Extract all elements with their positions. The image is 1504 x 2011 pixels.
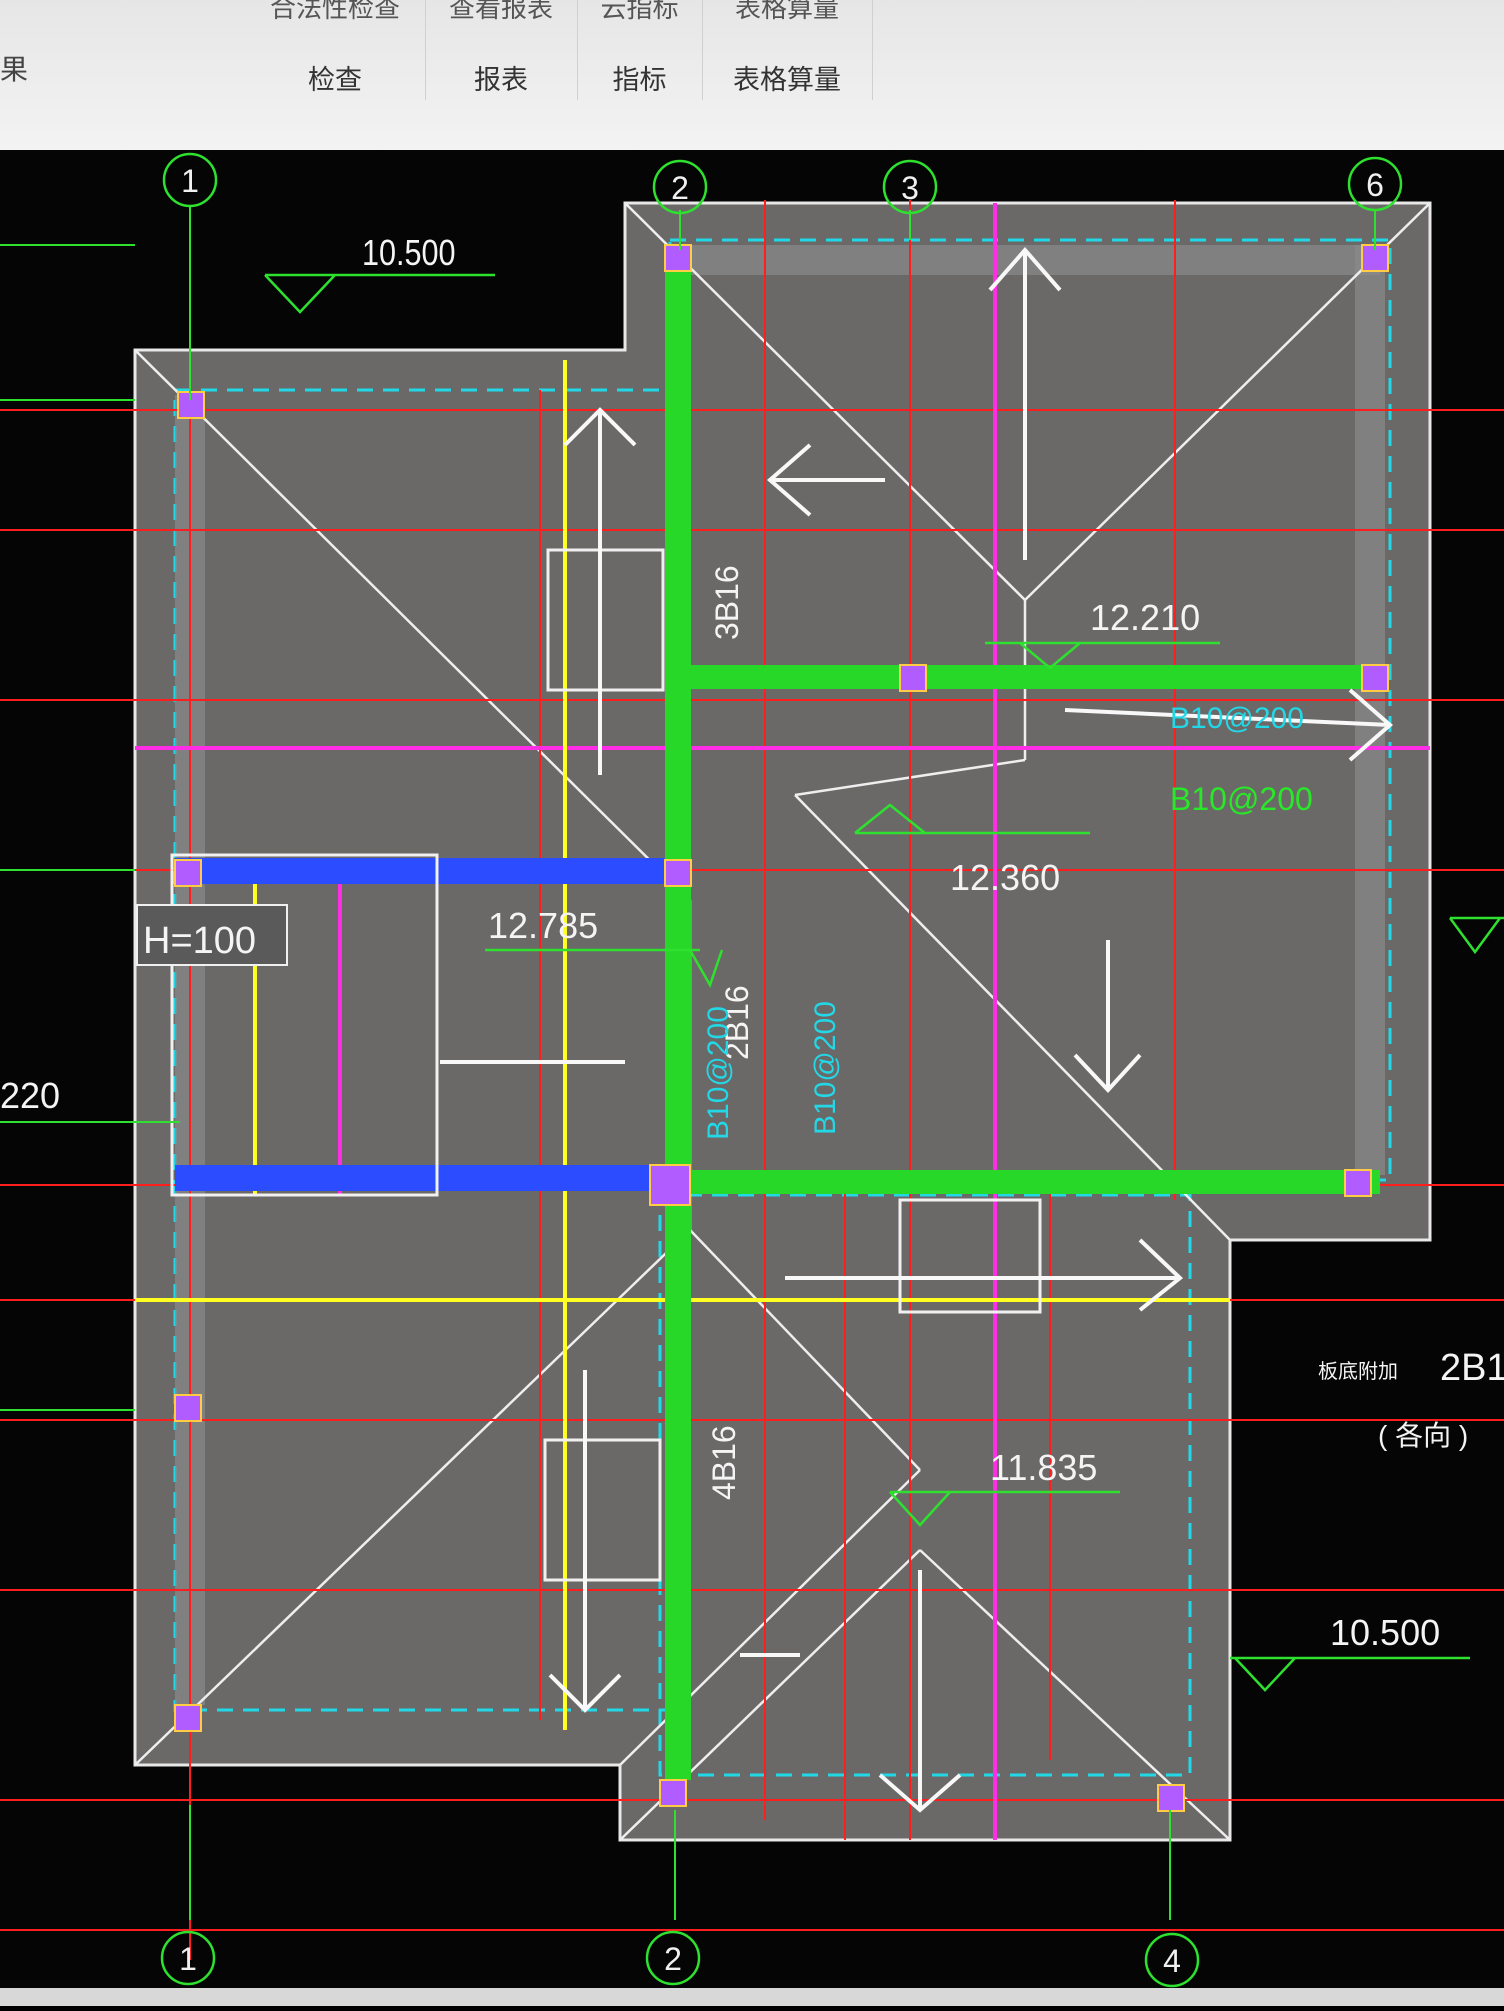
ribbon-group-table-quantity[interactable]: 表格算量 表格算量	[702, 0, 873, 100]
side-note-prefix: 板底附加	[1318, 1360, 1398, 1383]
ribbon-group-label: 表格算量	[733, 65, 841, 95]
roof-plan-drawing[interactable]: 1 2 3 6 1 2 4 10.500 12.210 12.360 12.78…	[0, 150, 1504, 2006]
column[interactable]	[174, 1704, 202, 1732]
column[interactable]	[174, 859, 202, 887]
ribbon-button-table-quantity[interactable]: 表格算量	[702, 0, 872, 25]
slab-rebar-label-1: B10@200	[1170, 781, 1313, 817]
column[interactable]	[899, 664, 927, 692]
ribbon-group-index[interactable]: 云指标 指标	[577, 0, 703, 100]
column[interactable]	[1157, 1784, 1185, 1812]
beam-blue-upper[interactable]	[175, 858, 665, 884]
beam-vertical-axis-2[interactable]	[665, 260, 691, 1780]
elevation-middle: 12.360	[950, 857, 1060, 898]
ribbon-group-label: 报表	[474, 65, 528, 95]
roof-outline[interactable]	[133, 201, 1432, 1842]
axis-label-2-top: 2	[671, 170, 689, 206]
slab-rebar-label-3: B10@200	[702, 1006, 735, 1140]
axis-label-3-top: 3	[901, 170, 919, 206]
elevation-right-upper: 12.210	[1090, 597, 1200, 638]
column[interactable]	[664, 859, 692, 887]
elevation-top-left: 10.500	[362, 234, 456, 274]
slab-rebar-label-4: B10@200	[809, 1001, 842, 1135]
elevation-left-middle: 12.785	[488, 905, 598, 946]
ribbon-button-cloud-index[interactable]: 云指标	[577, 0, 702, 25]
column[interactable]	[664, 244, 692, 272]
axis-label-1-top: 1	[181, 163, 199, 199]
beam-rebar-label-bottom: 4B16	[706, 1425, 742, 1500]
ribbon-button-view-report[interactable]: 查看报表	[425, 0, 577, 25]
column[interactable]	[1361, 664, 1389, 692]
axis-label-6-top: 6	[1366, 167, 1384, 203]
elevation-bottom-right: 10.500	[1330, 1612, 1440, 1653]
elevation-left-edge: 220	[0, 1075, 60, 1116]
beam-horizontal-lower[interactable]	[690, 1170, 1380, 1194]
ribbon-button-legality-check[interactable]: 合法性检查	[245, 0, 425, 25]
column[interactable]	[659, 1779, 687, 1807]
axis-label-2-bottom: 2	[664, 1941, 682, 1977]
axis-label-4-bottom: 4	[1163, 1943, 1181, 1979]
side-note-direction: ( 各向 )	[1378, 1420, 1468, 1451]
ribbon-group-check[interactable]: 合法性检查 检查	[245, 0, 426, 100]
beam-blue-lower[interactable]	[175, 1165, 665, 1191]
ribbon-group-label: 指标	[612, 65, 667, 95]
axis-label-1-bottom: 1	[179, 1941, 197, 1977]
wall-band-top	[680, 245, 1380, 275]
ribbon-group-report[interactable]: 查看报表 报表	[425, 0, 578, 100]
axis-bubbles-bottom[interactable]: 1 2 4	[160, 1930, 1200, 1988]
slab-rebar-label-2: B10@200	[1170, 702, 1304, 735]
column[interactable]	[649, 1164, 691, 1206]
hatch-label: H=100	[143, 920, 256, 962]
cad-drawing-canvas[interactable]: 1 2 3 6 1 2 4 10.500 12.210 12.360 12.78…	[0, 150, 1504, 2006]
side-note-value: 2B1	[1440, 1347, 1504, 1389]
column[interactable]	[1344, 1169, 1372, 1197]
elevation-lower: 11.835	[990, 1447, 1097, 1488]
beam-horizontal-upper[interactable]	[690, 665, 1380, 689]
toolbar-ribbon: 果 合法性检查 检查 查看报表 报表 云指标 指标 表格算量 表格算量	[0, 0, 1504, 151]
status-bar	[0, 1988, 1504, 2006]
column[interactable]	[174, 1394, 202, 1422]
ribbon-group-partial-label: 果	[0, 54, 29, 85]
beam-rebar-label-top: 3B16	[709, 565, 745, 640]
ribbon-group-label: 检查	[308, 65, 362, 95]
